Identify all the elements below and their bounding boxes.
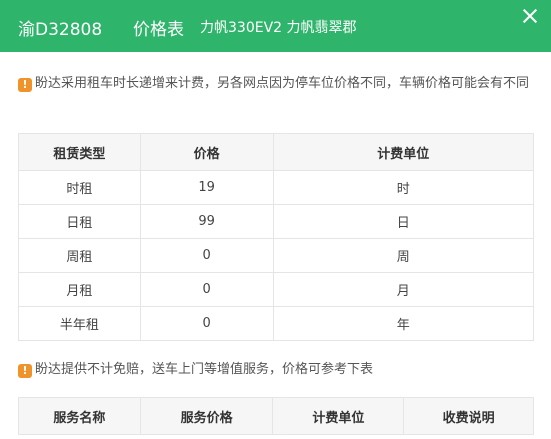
rental-type-cell: 月租: [18, 272, 141, 307]
table-row: 时租 19 时: [18, 170, 535, 205]
unit-cell: 周: [272, 238, 535, 273]
column-header-price: 价格: [139, 133, 274, 171]
price-cell: 99: [139, 204, 274, 239]
table-header-row: 租赁类型 价格 计费单位: [18, 133, 535, 171]
dialog-title: 价格表: [133, 20, 184, 40]
table-row: 周租 0 周: [18, 238, 535, 273]
car-model: 力帆330EV2 力帆翡翠郡: [200, 20, 357, 36]
price-cell: 0: [139, 306, 274, 341]
rental-type-cell: 半年租: [18, 306, 141, 341]
price-table: 租赁类型 价格 计费单位 时租 19 时 日租 99 日 周租 0 周 月租 0…: [18, 133, 535, 341]
price-cell: 19: [139, 170, 274, 205]
service-table: 服务名称 服务价格 计费单位 收费说明: [18, 397, 534, 435]
service-notice: ! 盼达提供不计免赔，送车上门等增值服务，价格可参考下表: [18, 359, 535, 380]
table-header-row: 服务名称 服务价格 计费单位 收费说明: [18, 397, 534, 435]
column-header-billing-unit: 计费单位: [272, 397, 405, 435]
pricing-notice-text: 盼达采用租车时长递增来计费，另各网点因为停车位价格不同，车辆价格可能会有不同: [35, 76, 530, 91]
rental-type-cell: 周租: [18, 238, 141, 273]
unit-cell: 月: [272, 272, 535, 307]
price-cell: 0: [139, 238, 274, 273]
rental-type-cell: 时租: [18, 170, 141, 205]
service-notice-text: 盼达提供不计免赔，送车上门等增值服务，价格可参考下表: [35, 362, 374, 377]
column-header-service-price: 服务价格: [139, 397, 274, 435]
column-header-rental-type: 租赁类型: [18, 133, 141, 171]
warning-icon: !: [18, 78, 32, 92]
table-row: 日租 99 日: [18, 204, 535, 239]
unit-cell: 年: [272, 306, 535, 341]
unit-cell: 日: [272, 204, 535, 239]
warning-icon: !: [18, 364, 32, 378]
table-row: 月租 0 月: [18, 272, 535, 307]
price-dialog: 渝D32808 价格表 力帆330EV2 力帆翡翠郡 ! 盼达采用租车时长递增来计…: [0, 0, 551, 439]
rental-type-cell: 日租: [18, 204, 141, 239]
close-icon[interactable]: [519, 5, 541, 27]
license-plate: 渝D32808: [18, 20, 103, 40]
column-header-fee-description: 收费说明: [403, 397, 534, 435]
pricing-notice: ! 盼达采用租车时长递增来计费，另各网点因为停车位价格不同，车辆价格可能会有不同: [18, 73, 535, 94]
price-cell: 0: [139, 272, 274, 307]
column-header-service-name: 服务名称: [18, 397, 141, 435]
unit-cell: 时: [272, 170, 535, 205]
column-header-billing-unit: 计费单位: [272, 133, 535, 171]
table-row: 半年租 0 年: [18, 306, 535, 341]
dialog-header: 渝D32808 价格表 力帆330EV2 力帆翡翠郡: [0, 0, 551, 52]
